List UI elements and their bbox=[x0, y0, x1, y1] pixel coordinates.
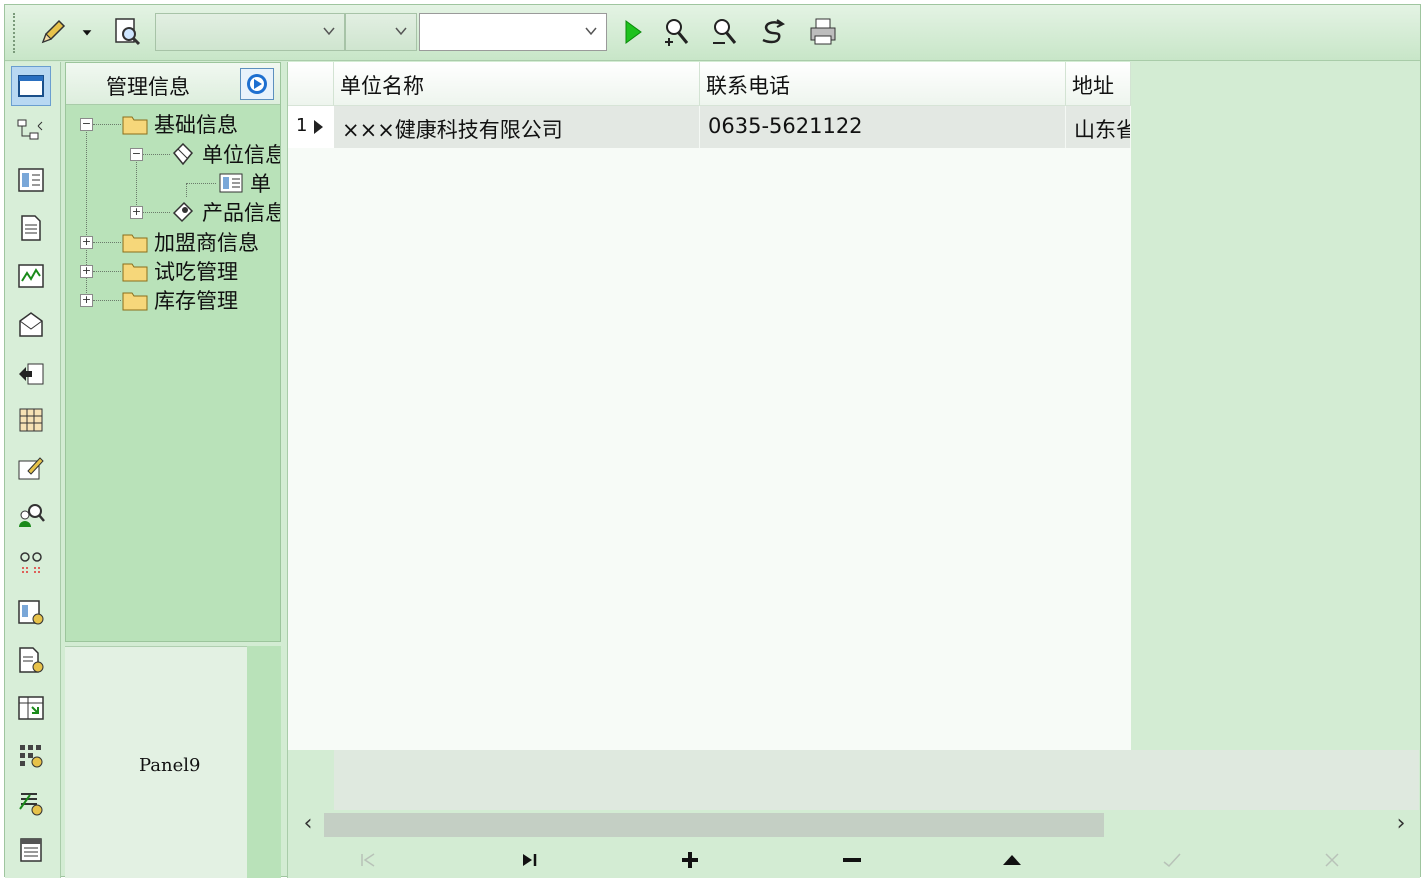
grid-corner bbox=[288, 62, 334, 106]
find-icon[interactable] bbox=[659, 13, 695, 51]
settings-icon[interactable] bbox=[11, 784, 51, 824]
row-number: 1 bbox=[296, 115, 308, 136]
go-circle-icon[interactable] bbox=[240, 68, 274, 100]
report-icon[interactable] bbox=[11, 592, 51, 632]
collapse-toggle[interactable]: − bbox=[130, 148, 143, 161]
tree-node-product-info[interactable]: 产品信息 bbox=[170, 198, 280, 226]
record-navigator bbox=[288, 842, 1419, 878]
mail-icon[interactable] bbox=[11, 304, 51, 344]
tree-node-unit-form[interactable]: 单 bbox=[218, 169, 271, 197]
folder-icon bbox=[122, 116, 148, 135]
product-icon bbox=[172, 201, 194, 223]
up-icon[interactable] bbox=[992, 846, 1032, 874]
find-next-icon[interactable] bbox=[707, 13, 743, 51]
import-icon[interactable] bbox=[11, 688, 51, 728]
scrollbar-thumb[interactable] bbox=[324, 813, 1104, 837]
scroll-right-icon[interactable]: › bbox=[1389, 812, 1413, 838]
collapse-toggle[interactable]: − bbox=[80, 118, 93, 131]
last-icon[interactable] bbox=[510, 846, 550, 874]
export-icon[interactable] bbox=[11, 354, 51, 394]
tree-node-label: 基础信息 bbox=[154, 113, 238, 137]
preview-icon[interactable] bbox=[109, 13, 145, 51]
table-cell-address[interactable]: 山东省 bbox=[1066, 106, 1131, 148]
filter-combo-3[interactable] bbox=[419, 13, 607, 51]
column-header-phone[interactable]: 联系电话 bbox=[700, 62, 1066, 106]
expand-toggle[interactable]: + bbox=[130, 206, 143, 219]
chevron-down-icon bbox=[323, 27, 335, 36]
tree-panel-header: 管理信息 bbox=[66, 63, 280, 105]
link-icon[interactable] bbox=[11, 544, 51, 584]
panel9: Panel9 bbox=[65, 646, 247, 878]
user-search-icon[interactable] bbox=[11, 496, 51, 536]
tree-panel-title: 管理信息 bbox=[106, 75, 190, 99]
diamond-icon bbox=[172, 143, 194, 165]
expand-toggle[interactable]: + bbox=[80, 236, 93, 249]
filter-combo-1[interactable] bbox=[155, 13, 345, 51]
tree-node-inventory-management[interactable]: 库存管理 bbox=[122, 286, 238, 314]
tree-panel: 管理信息 − − + + + + 基础信息 单位信息 单 产品信息 加盟商信息 … bbox=[65, 62, 281, 642]
left-icon-bar bbox=[5, 62, 61, 878]
list-icon[interactable] bbox=[11, 830, 51, 870]
table-cell-phone[interactable]: 0635-5621122 bbox=[700, 106, 1066, 148]
folder-icon bbox=[122, 292, 148, 311]
folder-icon bbox=[122, 234, 148, 253]
horizontal-scrollbar[interactable]: ‹ › bbox=[292, 810, 1419, 840]
column-header-unit-name[interactable]: 单位名称 bbox=[334, 62, 700, 106]
grid-footer bbox=[334, 750, 1419, 810]
report2-icon[interactable] bbox=[11, 640, 51, 680]
expand-toggle[interactable]: + bbox=[80, 265, 93, 278]
tree-node-unit-info[interactable]: 单位信息 bbox=[170, 140, 280, 168]
expand-toggle[interactable]: + bbox=[80, 294, 93, 307]
chart-icon[interactable] bbox=[11, 256, 51, 296]
tree-node-label: 库存管理 bbox=[154, 289, 238, 313]
panel9-label: Panel9 bbox=[139, 755, 201, 776]
tree-node-label: 单位信息 bbox=[202, 143, 280, 167]
grid-icon[interactable] bbox=[11, 400, 51, 440]
chevron-down-icon bbox=[585, 27, 597, 36]
form-icon bbox=[219, 173, 243, 193]
tree-node-label: 单 bbox=[250, 172, 271, 196]
tree-node-label: 试吃管理 bbox=[154, 260, 238, 284]
tree-view[interactable]: − − + + + + 基础信息 单位信息 单 产品信息 加盟商信息 试吃管理 … bbox=[66, 107, 280, 637]
delete-icon[interactable] bbox=[832, 846, 872, 874]
table-cell-unit-name[interactable]: ×××健康科技有限公司 bbox=[334, 106, 700, 148]
folder-icon bbox=[122, 263, 148, 282]
edit-form-icon[interactable] bbox=[11, 448, 51, 488]
print-icon[interactable] bbox=[805, 13, 841, 51]
column-header-address[interactable]: 地址 bbox=[1066, 62, 1131, 106]
matrix-icon[interactable] bbox=[11, 736, 51, 776]
data-grid-area: 单位名称 联系电话 地址 1 ×××健康科技有限公司 0635-5621122 … bbox=[287, 62, 1420, 878]
post-icon[interactable] bbox=[1152, 846, 1192, 874]
data-grid[interactable]: 单位名称 联系电话 地址 1 ×××健康科技有限公司 0635-5621122 … bbox=[288, 62, 1131, 750]
toolbar-grip[interactable] bbox=[13, 13, 16, 53]
first-icon[interactable] bbox=[348, 846, 388, 874]
cancel-icon[interactable] bbox=[1312, 846, 1352, 874]
form-icon[interactable] bbox=[11, 160, 51, 200]
row-indicator[interactable]: 1 bbox=[288, 106, 334, 148]
tree-node-label: 产品信息 bbox=[202, 201, 280, 225]
panel9-side-strip bbox=[247, 646, 281, 878]
chevron-down-icon bbox=[395, 27, 407, 36]
tree-node-basic-info[interactable]: 基础信息 bbox=[122, 110, 238, 138]
toolbar bbox=[5, 5, 1420, 61]
current-row-arrow-icon bbox=[314, 120, 323, 134]
tree-node-franchisee-info[interactable]: 加盟商信息 bbox=[122, 228, 259, 256]
window-icon[interactable] bbox=[11, 66, 51, 106]
document-icon[interactable] bbox=[11, 208, 51, 248]
app-window: 管理信息 − − + + + + 基础信息 单位信息 单 产品信息 加盟商信息 … bbox=[4, 4, 1421, 878]
run-icon[interactable] bbox=[615, 13, 651, 51]
dropdown-arrow-icon[interactable] bbox=[77, 13, 97, 51]
scroll-left-icon[interactable]: ‹ bbox=[296, 812, 320, 838]
replace-icon[interactable] bbox=[755, 13, 791, 51]
tree-node-tasting-management[interactable]: 试吃管理 bbox=[122, 257, 238, 285]
tree-node-label: 加盟商信息 bbox=[154, 231, 259, 255]
filter-combo-2[interactable] bbox=[345, 13, 417, 51]
insert-icon[interactable] bbox=[670, 846, 710, 874]
network-icon[interactable] bbox=[11, 112, 51, 152]
pencil-icon[interactable] bbox=[35, 13, 71, 51]
